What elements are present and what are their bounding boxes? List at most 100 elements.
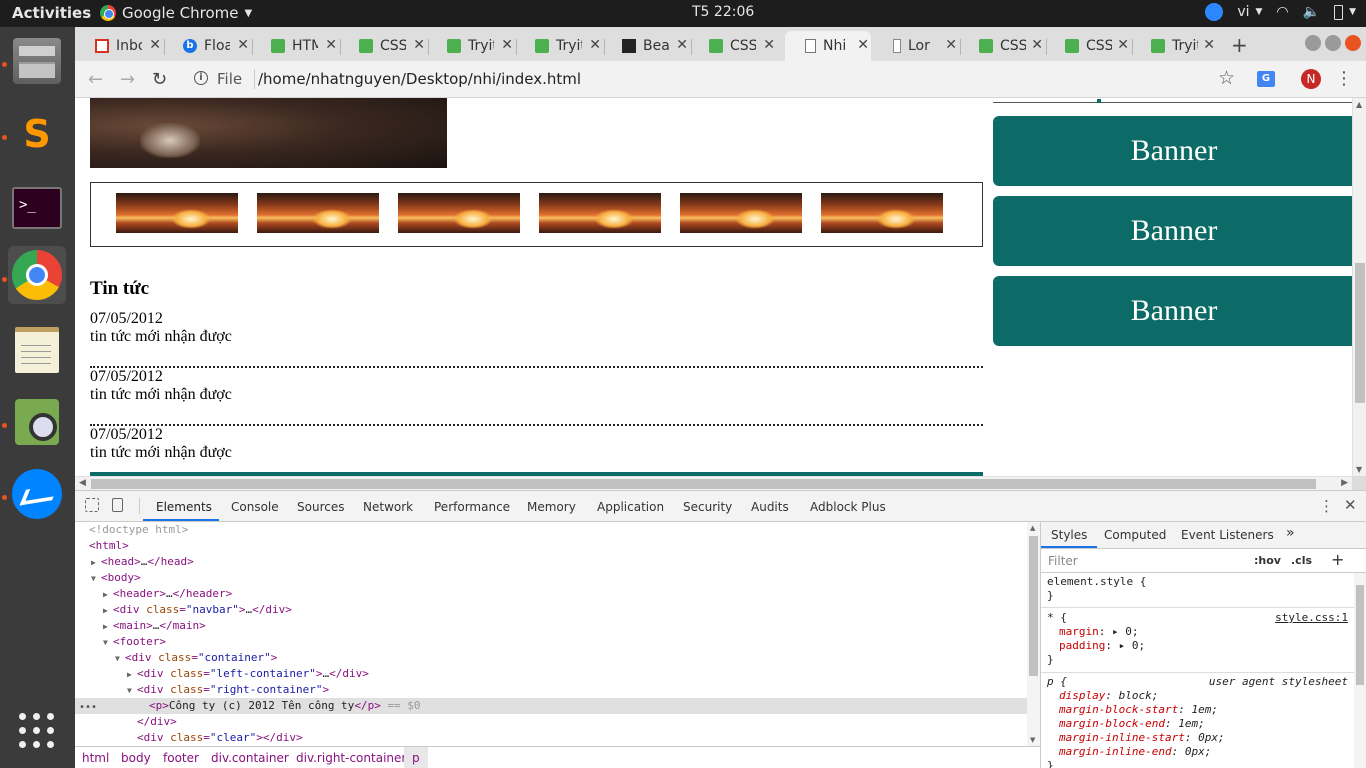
maximize-button[interactable]	[1325, 35, 1341, 51]
file-scheme-label[interactable]: File	[217, 70, 242, 88]
dock-chrome[interactable]	[8, 246, 66, 304]
dock-terminal[interactable]: >_	[8, 179, 66, 237]
sidebar-banner[interactable]: Banner	[993, 196, 1355, 266]
dock-text-editor[interactable]	[8, 321, 66, 379]
rule-element-style[interactable]: element.style { }	[1041, 575, 1354, 608]
browser-tab[interactable]: Tryit ✕	[427, 31, 517, 61]
close-icon[interactable]: ✕	[237, 37, 249, 53]
scroll-up-arrow-icon[interactable]: ▲	[1030, 524, 1035, 532]
scroll-down-arrow-icon[interactable]: ▼	[1030, 736, 1035, 744]
close-icon[interactable]: ✕	[149, 37, 161, 53]
class-toggle[interactable]: .cls	[1291, 554, 1312, 567]
reload-button[interactable]: ↻	[152, 69, 167, 90]
dom-node-left-container[interactable]: ▶ <div class="left-container">…</div>	[75, 666, 1027, 682]
dock-files[interactable]	[8, 32, 66, 90]
browser-tab[interactable]: CSS ✕	[689, 31, 777, 61]
gallery-thumbnail[interactable]	[257, 193, 379, 233]
close-icon[interactable]: ✕	[1203, 37, 1215, 53]
dock-messenger[interactable]	[8, 465, 66, 523]
breadcrumb-body[interactable]: body	[121, 751, 151, 765]
browser-tab-active[interactable]: Nhi ✕	[785, 31, 871, 61]
gallery-thumbnail[interactable]	[821, 193, 943, 233]
dom-node-clear[interactable]: <div class="clear"></div>	[75, 730, 1027, 746]
scroll-up-arrow-icon[interactable]: ▲	[1356, 100, 1362, 109]
close-icon[interactable]: ✕	[589, 37, 601, 53]
rule-universal[interactable]: * { style.css:1 margin: ▸ 0; padding: ▸ …	[1041, 611, 1354, 673]
dock-image-viewer[interactable]	[8, 393, 66, 451]
gallery-thumbnail[interactable]	[398, 193, 520, 233]
info-icon[interactable]: i	[194, 71, 208, 85]
page-horizontal-scrollbar[interactable]: ◀ ▶	[75, 476, 1352, 490]
kebab-menu-icon[interactable]: ⋮	[1335, 68, 1353, 89]
dom-node-header[interactable]: ▶ <header>…</header>	[75, 586, 1027, 602]
tab-network[interactable]: Network	[363, 500, 413, 514]
profile-avatar[interactable]: N	[1301, 69, 1321, 89]
close-icon[interactable]: ✕	[763, 37, 775, 53]
scrollbar-thumb[interactable]	[91, 479, 1316, 489]
close-icon[interactable]: ✕	[325, 37, 337, 53]
page-vertical-scrollbar[interactable]: ▲ ▼	[1352, 98, 1366, 476]
tab-event-listeners[interactable]: Event Listeners	[1181, 528, 1274, 542]
browser-tab[interactable]: CSS ✕	[1045, 31, 1133, 61]
browser-tab[interactable]: Inbox ✕	[75, 31, 165, 61]
css-property[interactable]: padding: ▸ 0;	[1041, 639, 1354, 653]
css-property[interactable]: margin: ▸ 0;	[1041, 625, 1354, 639]
device-toolbar-icon[interactable]	[112, 498, 123, 512]
app-menu[interactable]: Google Chrome ▼	[100, 4, 252, 22]
scroll-right-arrow-icon[interactable]: ▶	[1341, 478, 1348, 488]
breadcrumb-footer[interactable]: footer	[163, 751, 199, 765]
browser-tab[interactable]: b Floa ✕	[163, 31, 253, 61]
dom-node-close-div[interactable]: </div>	[75, 714, 1027, 730]
tab-sources[interactable]: Sources	[297, 500, 344, 514]
dock-sublime-text[interactable]: S	[8, 105, 66, 163]
forward-button[interactable]: →	[120, 69, 135, 90]
new-tab-button[interactable]: +	[1231, 33, 1248, 57]
rule-p-user-agent[interactable]: p { user agent stylesheet display: block…	[1041, 675, 1354, 768]
close-icon[interactable]: ✕	[945, 37, 957, 53]
close-icon[interactable]: ✕	[413, 37, 425, 53]
back-button[interactable]: ←	[88, 69, 103, 90]
dom-node-main[interactable]: ▶ <main>…</main>	[75, 618, 1027, 634]
tab-adblock-plus[interactable]: Adblock Plus	[810, 500, 886, 514]
tab-elements[interactable]: Elements	[156, 500, 212, 514]
clock[interactable]: T5 22:06	[692, 4, 754, 20]
gallery-thumbnail[interactable]	[116, 193, 238, 233]
dom-node-navbar[interactable]: ▶ <div class="navbar">…</div>	[75, 602, 1027, 618]
dom-node-selected-p[interactable]: <p>Công ty (c) 2012 Tên công ty</p> == $…	[75, 698, 1027, 714]
node-actions-icon[interactable]: •••	[79, 702, 97, 713]
scrollbar-thumb[interactable]	[1355, 263, 1365, 403]
dom-node-doctype[interactable]: <!doctype html>	[75, 522, 1027, 538]
gallery-thumbnail[interactable]	[680, 193, 802, 233]
more-tabs-icon[interactable]: »	[1286, 525, 1295, 541]
tab-console[interactable]: Console	[231, 500, 279, 514]
browser-tab[interactable]: CSS ✕	[339, 31, 429, 61]
close-icon[interactable]: ✕	[1031, 37, 1043, 53]
bookmark-star-icon[interactable]: ☆	[1218, 67, 1235, 89]
scrollbar-thumb[interactable]	[1356, 585, 1364, 685]
hover-state-toggle[interactable]: :hov	[1254, 554, 1281, 567]
browser-tab[interactable]: Tryit ✕	[515, 31, 605, 61]
browser-tab[interactable]: Lor ✕	[873, 31, 961, 61]
sidebar-banner[interactable]: Banner	[993, 276, 1355, 346]
tab-computed[interactable]: Computed	[1104, 528, 1166, 542]
tab-memory[interactable]: Memory	[527, 500, 576, 514]
show-applications-icon[interactable]	[19, 713, 55, 749]
browser-tab[interactable]: Tryit ✕	[1131, 31, 1217, 61]
rule-source-link[interactable]: style.css:1	[1275, 611, 1348, 624]
close-icon[interactable]: ✕	[501, 37, 513, 53]
scroll-down-arrow-icon[interactable]: ▼	[1356, 465, 1362, 474]
close-icon[interactable]: ✕	[676, 37, 688, 53]
dom-tree-scrollbar[interactable]: ▲ ▼	[1027, 522, 1040, 746]
dom-node-right-container[interactable]: ▼ <div class="right-container">	[75, 682, 1027, 698]
scrollbar-thumb[interactable]	[1029, 536, 1038, 676]
sidebar-banner[interactable]: Banner	[993, 116, 1355, 186]
dom-node-html[interactable]: <html>	[75, 538, 1027, 554]
browser-tab[interactable]: CSS ✕	[959, 31, 1047, 61]
browser-tab[interactable]: HTML ✕	[251, 31, 341, 61]
tab-security[interactable]: Security	[683, 500, 732, 514]
minimize-button[interactable]	[1305, 35, 1321, 51]
messenger-tray-icon[interactable]	[1205, 3, 1224, 21]
address-bar[interactable]: /home/nhatnguyen/Desktop/nhi/index.html	[258, 70, 581, 88]
dom-node-footer[interactable]: ▼ <footer>	[75, 634, 1027, 650]
tab-performance[interactable]: Performance	[434, 500, 510, 514]
